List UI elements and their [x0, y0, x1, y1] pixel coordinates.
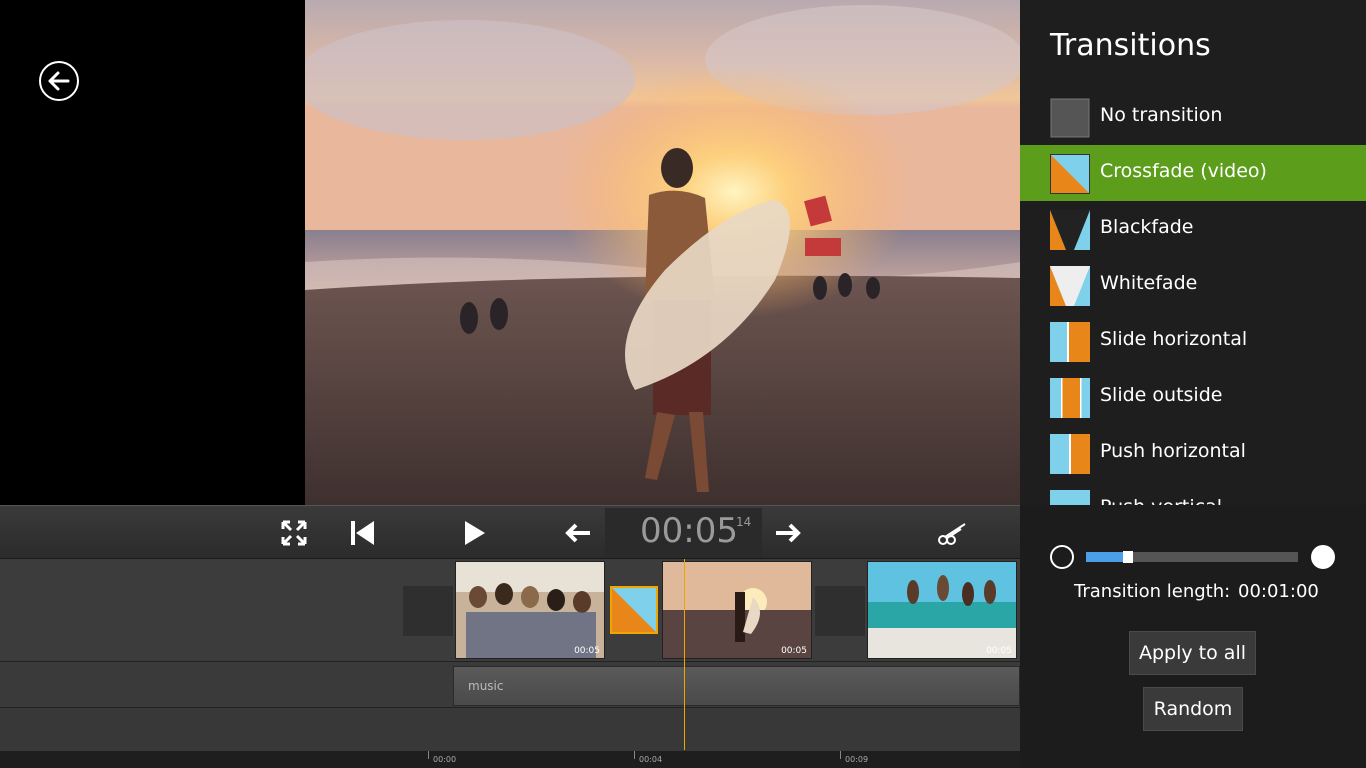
transition-item-push-horizontal[interactable]: Push horizontal — [1020, 425, 1366, 481]
panel-title: Transitions — [1050, 28, 1211, 63]
transition-label: Crossfade (video) — [1100, 160, 1267, 182]
slider-fill — [1086, 552, 1129, 562]
transition-item-push-vertical[interactable]: Push vertical — [1020, 481, 1366, 505]
ruler-tick — [840, 751, 841, 759]
video-preview — [305, 0, 1020, 505]
step-back-button[interactable] — [562, 518, 594, 548]
fullscreen-button[interactable] — [278, 518, 310, 548]
no-transition-icon — [1050, 98, 1090, 138]
transition-label: No transition — [1100, 104, 1223, 126]
transition-label: Slide horizontal — [1100, 328, 1248, 350]
random-button[interactable]: Random — [1143, 687, 1243, 731]
video-track: 00:05 00:05 00:05 — [0, 559, 1020, 662]
empty-slot — [403, 586, 453, 636]
transition-item-slide-outside[interactable]: Slide outside — [1020, 369, 1366, 425]
transition-label: Slide outside — [1100, 384, 1223, 406]
push-horizontal-icon — [1050, 434, 1090, 474]
transition-marker[interactable] — [610, 586, 658, 634]
clip-duration: 00:05 — [986, 646, 1012, 656]
transition-length-label: Transition length: — [1074, 581, 1231, 602]
transition-length-value: 00:01:00 — [1238, 581, 1319, 602]
transport-bar — [0, 505, 1020, 559]
blackfade-icon — [1050, 210, 1090, 250]
apply-to-all-button[interactable]: Apply to all — [1129, 631, 1256, 675]
ruler-tick — [634, 751, 635, 759]
timeline: 00:05 00:05 00:05 music 00:00 00:04 00:0… — [0, 559, 1020, 768]
empty-track — [0, 709, 1020, 751]
transition-item-blackfade[interactable]: Blackfade — [1020, 201, 1366, 257]
ruler-label: 00:09 — [845, 755, 869, 764]
time-ruler: 00:00 00:04 00:09 — [0, 751, 1020, 768]
step-forward-button[interactable] — [772, 518, 804, 548]
slow-speed-icon — [1050, 545, 1074, 569]
music-clip[interactable]: music — [453, 666, 1020, 706]
transition-item-none[interactable]: No transition — [1020, 89, 1366, 145]
skip-to-start-icon — [351, 521, 374, 545]
transition-label: Whitefade — [1100, 272, 1198, 294]
fast-speed-icon — [1311, 545, 1335, 569]
skip-to-start-button[interactable] — [346, 518, 378, 548]
left-black-area — [0, 0, 305, 505]
clip-duration: 00:05 — [574, 646, 600, 656]
empty-slot — [815, 586, 865, 636]
step-forward-icon — [776, 523, 801, 543]
play-icon — [465, 521, 485, 545]
transition-label: Push horizontal — [1100, 440, 1246, 462]
clip-beach-jump[interactable]: 00:05 — [867, 561, 1017, 659]
scissors-icon — [938, 523, 966, 545]
transition-item-crossfade[interactable]: Crossfade (video) — [1020, 145, 1366, 201]
slider-thumb[interactable] — [1123, 551, 1134, 563]
split-button[interactable] — [936, 518, 968, 548]
clip-friends[interactable]: 00:05 — [455, 561, 605, 659]
back-button[interactable] — [39, 61, 79, 101]
transitions-panel: Transitions No transition Crossfade (vid… — [1020, 0, 1366, 505]
playhead[interactable] — [684, 559, 685, 750]
slide-horizontal-icon — [1050, 322, 1090, 362]
transition-label: Push vertical — [1100, 496, 1222, 505]
crossfade-icon — [1050, 154, 1090, 194]
transition-label: Blackfade — [1100, 216, 1194, 238]
music-label: music — [468, 679, 504, 693]
ruler-tick — [428, 751, 429, 759]
audio-track: music — [0, 663, 1020, 708]
crossfade-icon — [612, 588, 656, 632]
timecode-frames: 14 — [736, 515, 752, 529]
slide-outside-icon — [1050, 378, 1090, 418]
arrow-left-circle-icon — [48, 71, 70, 91]
whitefade-icon — [1050, 266, 1090, 306]
step-back-icon — [565, 523, 590, 543]
clip-duration: 00:05 — [781, 646, 807, 656]
ruler-label: 00:00 — [433, 755, 457, 764]
push-vertical-icon — [1050, 490, 1090, 505]
transition-length-slider[interactable] — [1086, 551, 1298, 563]
transition-settings: Transition length: 00:01:00 Apply to all… — [1020, 505, 1366, 768]
fullscreen-icon — [281, 520, 307, 546]
ruler-label: 00:04 — [639, 755, 663, 764]
transition-item-whitefade[interactable]: Whitefade — [1020, 257, 1366, 313]
play-button[interactable] — [458, 518, 490, 548]
timecode-display: 00:05 — [640, 511, 738, 551]
transition-item-slide-horizontal[interactable]: Slide horizontal — [1020, 313, 1366, 369]
